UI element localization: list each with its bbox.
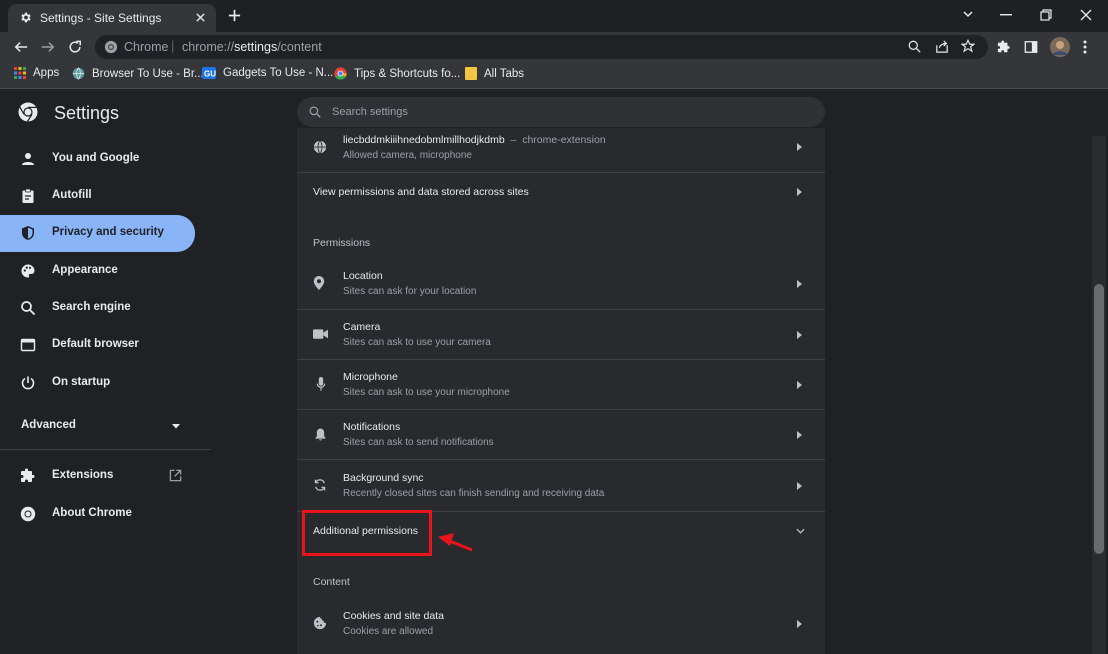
chevron-right-icon bbox=[797, 482, 803, 490]
chrome-icon bbox=[334, 67, 347, 80]
chrome-icon bbox=[20, 506, 36, 522]
minimize-icon[interactable] bbox=[1000, 14, 1012, 16]
address-bar[interactable]: Chrome | chrome://settings/content bbox=[95, 35, 988, 59]
sidebar-item-appearance[interactable]: Appearance bbox=[0, 253, 195, 290]
dropdown-arrow-icon bbox=[172, 424, 180, 429]
chevron-right-icon bbox=[797, 188, 803, 196]
view-permissions-row[interactable]: View permissions and data stored across … bbox=[297, 172, 825, 217]
chevron-right-icon bbox=[797, 331, 803, 339]
chrome-logo-icon bbox=[18, 102, 38, 122]
permissions-header: Permissions bbox=[313, 237, 371, 249]
back-arrow-icon[interactable] bbox=[14, 40, 28, 54]
sidebar-item-privacy-and-security[interactable]: Privacy and security bbox=[0, 215, 195, 252]
search-icon bbox=[20, 300, 36, 316]
chevron-down-icon bbox=[796, 528, 805, 534]
bookmark-tips-shortcuts[interactable]: Tips & Shortcuts fo... bbox=[334, 67, 460, 80]
permission-row-microphone[interactable]: Microphone Sites can ask to use your mic… bbox=[297, 359, 825, 410]
bookmark-apps[interactable]: Apps bbox=[14, 67, 59, 79]
extension-id: liecbddmkiiihnedobmlmillhodjkdmb – chrom… bbox=[343, 134, 606, 146]
location-pin-icon bbox=[313, 276, 325, 290]
tab-title: Settings - Site Settings bbox=[40, 11, 162, 25]
camera-icon bbox=[313, 329, 328, 339]
palette-icon bbox=[20, 263, 36, 279]
settings-title: Settings bbox=[54, 103, 120, 123]
content-header: Content bbox=[313, 576, 350, 588]
zoom-icon[interactable] bbox=[908, 40, 921, 53]
clipboard-icon bbox=[20, 188, 36, 204]
chevron-right-icon bbox=[797, 431, 803, 439]
power-icon bbox=[20, 375, 36, 391]
sync-icon bbox=[313, 478, 327, 492]
permission-row-camera[interactable]: Camera Sites can ask to use your camera bbox=[297, 309, 825, 360]
forward-arrow-icon[interactable] bbox=[41, 40, 55, 54]
sidebar-item-autofill[interactable]: Autofill bbox=[0, 178, 195, 215]
permission-row-background-sync[interactable]: Background sync Recently closed sites ca… bbox=[297, 459, 825, 512]
globe-icon bbox=[313, 140, 327, 154]
share-icon[interactable] bbox=[935, 40, 949, 53]
apps-grid-icon bbox=[14, 67, 26, 79]
new-tab-icon[interactable] bbox=[227, 8, 242, 23]
bookmark-browser-to-use[interactable]: Browser To Use - Br... bbox=[72, 67, 204, 80]
bookmark-all-tabs[interactable]: All Tabs bbox=[465, 67, 524, 80]
extension-subtitle: Allowed camera, microphone bbox=[343, 150, 472, 161]
reload-icon[interactable] bbox=[68, 40, 82, 54]
sidebar-item-extensions[interactable]: Extensions bbox=[0, 458, 195, 495]
bookmark-gadgets-to-use[interactable]: GU Gadgets To Use - N... bbox=[202, 67, 333, 79]
content-row-cookies[interactable]: Cookies and site data Cookies are allowe… bbox=[297, 598, 825, 650]
gadgets-icon: GU bbox=[202, 67, 216, 79]
permission-row-notifications[interactable]: Notifications Sites can ask to send noti… bbox=[297, 409, 825, 460]
sidebar-item-you-and-google[interactable]: You and Google bbox=[0, 141, 195, 178]
scrollbar-thumb[interactable] bbox=[1094, 284, 1104, 554]
kebab-menu-icon[interactable] bbox=[1083, 40, 1087, 54]
site-settings-card: liecbddmkiiihnedobmlmillhodjkdmb – chrom… bbox=[297, 128, 825, 654]
chevron-right-icon bbox=[797, 280, 803, 288]
sidebar-divider bbox=[0, 449, 211, 450]
search-settings-input[interactable]: Search settings bbox=[297, 97, 825, 127]
sidebar-item-default-browser[interactable]: Default browser bbox=[0, 327, 195, 364]
highlight-box bbox=[302, 510, 432, 556]
omnibox-url[interactable]: chrome://settings/content bbox=[182, 40, 322, 54]
gear-icon bbox=[19, 11, 32, 24]
sidebar-item-about-chrome[interactable]: About Chrome bbox=[0, 496, 195, 533]
bookmarks-bar: Apps Browser To Use - Br... GU Gadgets T… bbox=[0, 62, 1108, 89]
sidebar-item-on-startup[interactable]: On startup bbox=[0, 365, 195, 402]
tab-search-chevron-icon[interactable] bbox=[962, 8, 974, 20]
side-panel-icon[interactable] bbox=[1024, 40, 1038, 54]
omnibox-site-chip: Chrome bbox=[124, 40, 169, 54]
shield-icon bbox=[20, 225, 36, 241]
puzzle-icon bbox=[20, 468, 36, 484]
microphone-icon bbox=[316, 377, 326, 391]
chevron-right-icon bbox=[797, 620, 803, 628]
close-icon[interactable] bbox=[195, 12, 206, 23]
chrome-icon bbox=[104, 40, 118, 54]
bell-icon bbox=[315, 428, 326, 441]
browser-window-icon bbox=[20, 337, 36, 353]
tab-settings[interactable]: Settings - Site Settings bbox=[8, 4, 216, 32]
bookmark-star-icon[interactable] bbox=[961, 39, 975, 53]
sidebar-item-search-engine[interactable]: Search engine bbox=[0, 290, 195, 327]
folder-icon bbox=[465, 67, 477, 80]
search-icon bbox=[309, 106, 321, 118]
extension-permission-row[interactable]: liecbddmkiiihnedobmlmillhodjkdmb – chrom… bbox=[297, 128, 825, 172]
extensions-puzzle-icon[interactable] bbox=[997, 40, 1011, 54]
red-arrow-annotation bbox=[436, 531, 474, 553]
globe-icon bbox=[72, 67, 85, 80]
window-close-icon[interactable] bbox=[1080, 9, 1092, 21]
chevron-right-icon bbox=[797, 381, 803, 389]
cookie-icon bbox=[313, 616, 327, 630]
permission-row-location[interactable]: Location Sites can ask for your location bbox=[297, 259, 825, 309]
open-in-new-icon bbox=[169, 469, 182, 482]
chevron-right-icon bbox=[797, 143, 803, 151]
sidebar-advanced[interactable]: Advanced bbox=[0, 408, 195, 445]
omnibox-separator: | bbox=[171, 38, 175, 53]
restore-icon[interactable] bbox=[1040, 9, 1052, 21]
search-placeholder: Search settings bbox=[332, 106, 408, 118]
person-icon bbox=[20, 151, 36, 167]
profile-avatar[interactable] bbox=[1050, 37, 1070, 57]
svg-text:GU: GU bbox=[204, 70, 216, 79]
